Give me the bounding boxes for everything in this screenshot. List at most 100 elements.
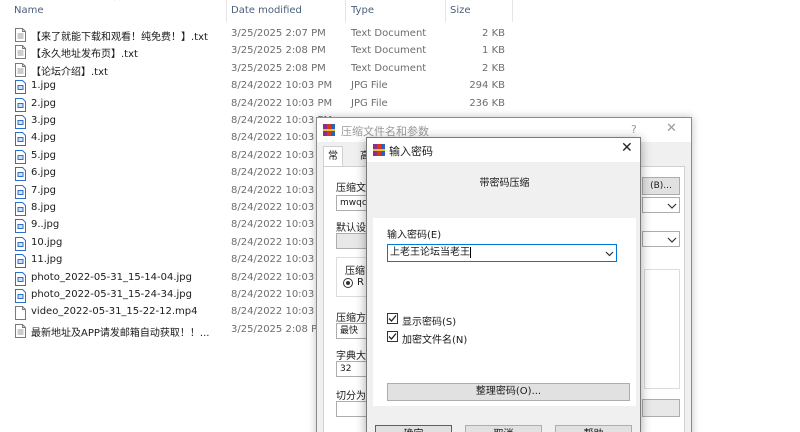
file-name: 6.jpg <box>31 167 57 179</box>
file-type: JPG File <box>351 80 388 92</box>
checkmark-icon <box>388 333 397 340</box>
file-type: JPG File <box>351 97 388 109</box>
text-file-icon <box>15 28 26 42</box>
file-size: 1 KB <box>482 45 505 57</box>
file-name: 2.jpg <box>31 97 57 109</box>
file-name: 1.jpg <box>31 80 57 92</box>
file-name: 4.jpg <box>31 132 57 144</box>
winrar-icon <box>323 124 335 136</box>
compression-method-label: 压缩方 <box>336 313 366 324</box>
show-password-label[interactable]: 显示密码(S) <box>402 313 456 328</box>
browse-button[interactable]: (B)... <box>642 177 680 195</box>
image-file-icon <box>15 80 26 95</box>
file-row[interactable]: 2.jpg 8/24/2022 10:03 PM JPG File 236 KB <box>0 96 520 113</box>
tab-general[interactable]: 常规 <box>323 146 343 182</box>
file-size: 236 KB <box>469 97 505 109</box>
help-button[interactable]: 帮助 <box>555 425 632 432</box>
file-type: Text Document <box>351 45 427 57</box>
file-type: Text Document <box>351 28 427 39</box>
enter-password-dialog: 输入密码 ✕ 带密码压缩 输入密码(E) 上老王论坛当老王 显示密码(S) 加密… <box>366 137 641 432</box>
file-size: 294 KB <box>469 80 505 92</box>
encrypt-file-names-label[interactable]: 加密文件名(N) <box>402 331 467 346</box>
column-divider[interactable] <box>226 0 227 22</box>
column-header-date-modified[interactable]: Date modified <box>231 0 302 22</box>
default-profile-label: 默认设 <box>336 223 366 234</box>
dictionary-size-label: 字典大 <box>336 351 366 362</box>
file-date-modified: 3/25/2025 2:08 PM <box>231 323 326 335</box>
file-name: 5.jpg <box>31 149 57 161</box>
image-file-icon <box>15 184 26 199</box>
format-group-label: 压缩 <box>345 266 365 277</box>
text-file-icon <box>15 323 26 338</box>
text-file-icon <box>15 45 26 60</box>
file-name: 11.jpg <box>31 254 63 266</box>
password-input[interactable]: 上老王论坛当老王 <box>387 244 617 262</box>
image-file-icon <box>15 202 26 216</box>
file-row[interactable]: 【论坛介绍】.txt 3/25/2025 2:08 PM Text Document… <box>0 61 520 78</box>
file-name: 【论坛介绍】.txt <box>31 66 108 78</box>
close-icon[interactable]: ✕ <box>666 121 677 136</box>
password-dialog-titlebar[interactable]: 输入密码 ✕ <box>367 138 640 162</box>
file-name: 7.jpg <box>31 184 57 196</box>
column-header-size[interactable]: Size <box>450 0 471 22</box>
organize-passwords-button[interactable]: 整理密码(O)... <box>387 383 630 401</box>
video-file-icon <box>15 306 26 321</box>
help-question-icon[interactable]: ? <box>631 123 637 136</box>
file-date-modified: 3/25/2025 2:08 PM <box>231 62 326 74</box>
archive-name-label: 压缩文 <box>336 183 366 194</box>
split-volumes-label: 切分为 <box>336 391 366 402</box>
image-file-icon <box>15 219 26 234</box>
archive-options-group <box>644 269 680 389</box>
image-file-icon <box>15 97 26 112</box>
column-divider[interactable] <box>445 0 446 22</box>
image-file-icon <box>15 271 26 286</box>
file-name: photo_2022-05-31_15-14-04.jpg <box>31 271 193 283</box>
file-row[interactable]: 【永久地址发布页】.txt 3/25/2025 2:08 PM Text Docum… <box>0 43 520 60</box>
column-divider[interactable] <box>512 0 513 22</box>
close-icon[interactable]: ✕ <box>621 140 633 156</box>
column-divider[interactable] <box>345 0 346 22</box>
file-name: 3.jpg <box>31 115 57 126</box>
file-type: Text Document <box>351 62 427 74</box>
archive-name-dropdown[interactable] <box>642 197 680 213</box>
file-date-modified: 3/25/2025 2:07 PM <box>231 28 326 39</box>
format-radio-rar[interactable] <box>343 278 353 288</box>
file-date-modified: 8/24/2022 10:03 PM <box>231 97 333 109</box>
file-name: 10.jpg <box>31 236 63 248</box>
image-file-icon <box>15 132 26 147</box>
image-file-icon <box>15 236 26 251</box>
sort-ascending-chevron-icon[interactable] <box>113 0 121 2</box>
file-name: 最新地址及APP请发邮箱自动获取！！... <box>31 327 210 339</box>
format-radio-label: R <box>357 277 364 288</box>
file-name: 【来了就能下载和观看！纯免费！】.txt <box>31 32 208 43</box>
password-dialog-title: 输入密码 <box>389 145 433 158</box>
file-date-modified: 8/24/2022 10:03 PM <box>231 80 333 92</box>
image-file-icon <box>15 289 26 303</box>
file-name: 9..jpg <box>31 219 60 231</box>
file-size: 2 KB <box>482 28 505 39</box>
file-date-modified: 3/25/2025 2:08 PM <box>231 45 326 57</box>
file-name: 8.jpg <box>31 202 57 213</box>
image-file-icon <box>15 115 26 129</box>
update-mode-dropdown[interactable] <box>642 231 680 247</box>
cancel-button[interactable]: 取消 <box>465 425 542 432</box>
encrypt-file-names-checkbox[interactable] <box>387 331 398 342</box>
file-row[interactable]: 1.jpg 8/24/2022 10:03 PM JPG File 294 KB <box>0 78 520 95</box>
image-file-icon <box>15 254 26 269</box>
image-file-icon <box>15 167 26 182</box>
file-name: 【永久地址发布页】.txt <box>31 49 138 61</box>
text-caret <box>470 246 471 258</box>
column-header-type[interactable]: Type <box>351 0 374 22</box>
column-header-name[interactable]: Name <box>14 0 44 22</box>
show-password-checkbox[interactable] <box>387 313 398 324</box>
file-name: video_2022-05-31_15-22-12.mp4 <box>31 306 198 318</box>
ok-button[interactable]: 确定 <box>375 425 452 432</box>
set-password-button[interactable] <box>642 399 680 417</box>
chevron-down-icon[interactable] <box>605 250 614 257</box>
image-file-icon <box>15 149 26 164</box>
chevron-down-icon <box>667 203 677 209</box>
file-row[interactable]: 【来了就能下载和观看！纯免费！】.txt 3/25/2025 2:07 PM Tex… <box>0 26 520 43</box>
text-file-icon <box>15 62 26 77</box>
winrar-icon <box>373 144 385 156</box>
password-label: 输入密码(E) <box>387 230 442 241</box>
